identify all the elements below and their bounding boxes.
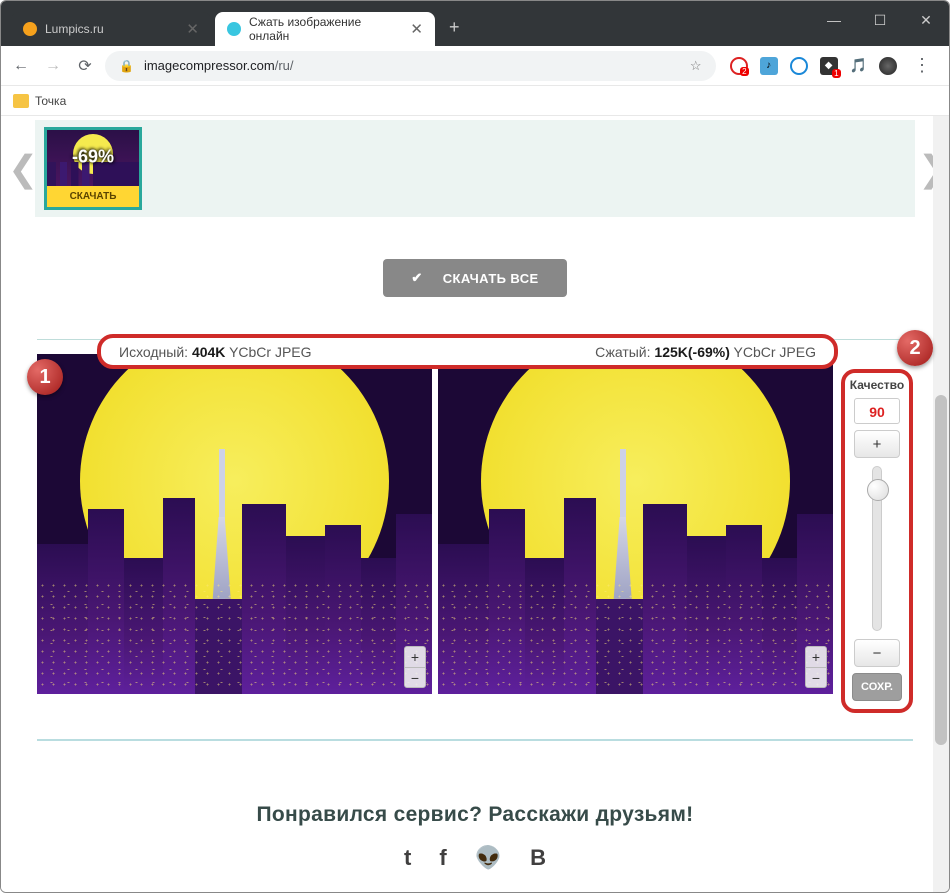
favicon-compressor — [227, 22, 241, 36]
extension-icon[interactable]: 2 — [730, 57, 748, 75]
quality-panel: Качество 90 + − СОХР. — [841, 369, 913, 713]
image-thumbnail-card[interactable]: -69% СКАЧАТЬ — [44, 127, 142, 210]
strip-prev-button[interactable]: ❮ — [8, 148, 32, 190]
quality-slider[interactable] — [872, 466, 882, 631]
compare-section: 1 2 Исходный: 404K YCbCr JPEG Сжатый: 12… — [37, 354, 913, 713]
nav-forward-button[interactable]: → — [41, 57, 65, 75]
quality-save-button[interactable]: СОХР. — [852, 673, 902, 701]
extension-icon[interactable]: ◆ 1 — [820, 57, 838, 75]
thumbnail-download-button[interactable]: СКАЧАТЬ — [47, 186, 139, 207]
compressed-label: Сжатый: — [595, 344, 650, 360]
new-tab-button[interactable]: + — [439, 11, 470, 46]
zoom-controls-compressed: + − — [805, 646, 827, 688]
original-image-preview[interactable]: + − — [37, 354, 432, 694]
media-icon[interactable]: 🎵 — [850, 57, 867, 74]
social-share-row: t f 👽 B — [1, 845, 949, 871]
close-tab-icon[interactable]: ✕ — [402, 20, 423, 38]
original-size: 404K — [192, 344, 225, 360]
callout-badge-1: 1 — [27, 359, 63, 395]
download-all-label: СКАЧАТЬ ВСЕ — [443, 271, 539, 286]
zoom-in-button[interactable]: + — [806, 647, 826, 667]
callout-badge-2: 2 — [897, 330, 933, 366]
lock-icon: 🔒 — [119, 59, 134, 73]
vk-icon[interactable]: B — [530, 845, 546, 871]
quality-increase-button[interactable]: + — [854, 430, 900, 458]
reddit-icon[interactable]: 👽 — [475, 845, 502, 871]
quality-label: Качество — [850, 378, 904, 392]
compression-percent-badge: -69% — [72, 146, 114, 167]
extension-icon[interactable]: ♪ — [760, 57, 778, 75]
check-icon: ✔ — [411, 270, 422, 286]
tab-active-compressor[interactable]: Сжать изображение онлайн ✕ — [215, 12, 435, 46]
compressed-size: 125K(-69%) — [654, 344, 729, 360]
close-tab-icon[interactable]: ✕ — [178, 20, 199, 38]
nav-back-button[interactable]: ← — [9, 57, 33, 75]
feedback-heading: Понравился сервис? Расскажи друзьям! — [1, 803, 949, 827]
quality-decrease-button[interactable]: − — [854, 639, 900, 667]
tab-title: Сжать изображение онлайн — [249, 15, 402, 43]
bookmark-folder[interactable]: Точка — [35, 94, 66, 108]
tumblr-icon[interactable]: t — [404, 845, 411, 871]
original-format: YCbCr JPEG — [229, 344, 311, 360]
extension-badge: 2 — [740, 67, 748, 76]
extension-icon[interactable] — [790, 57, 808, 75]
quality-value-input[interactable]: 90 — [854, 398, 900, 424]
bookmark-star-icon[interactable]: ☆ — [690, 58, 702, 74]
thumbnail-preview: -69% — [47, 130, 139, 186]
scrollbar-thumb[interactable] — [935, 395, 947, 744]
download-all-button[interactable]: ✔ СКАЧАТЬ ВСЕ — [383, 259, 566, 297]
window-minimize-button[interactable]: — — [811, 1, 857, 39]
zoom-in-button[interactable]: + — [405, 647, 425, 667]
original-label: Исходный: — [119, 344, 188, 360]
address-bar[interactable]: 🔒 imagecompressor.com/ru/ ☆ — [105, 51, 716, 81]
scrollbar[interactable] — [933, 116, 949, 892]
bookmarks-bar: Точка — [1, 86, 949, 116]
quality-slider-thumb[interactable] — [867, 479, 889, 501]
profile-avatar[interactable] — [879, 57, 897, 75]
page-content: ❮ ❯ -69% СКАЧАТЬ ✔ СКАЧАТЬ ВСЕ 1 2 — [1, 116, 949, 892]
url-host: imagecompressor.com — [144, 58, 275, 73]
folder-icon — [13, 94, 29, 108]
browser-menu-button[interactable]: ⋮ — [909, 55, 935, 76]
nav-reload-button[interactable]: ⟳ — [73, 56, 97, 76]
facebook-icon[interactable]: f — [439, 845, 446, 871]
browser-tab-bar: Lumpics.ru ✕ Сжать изображение онлайн ✕ … — [1, 1, 949, 46]
url-path: /ru/ — [275, 58, 294, 73]
extensions-area: 2 ♪ ◆ 1 🎵 ⋮ — [724, 55, 941, 76]
tab-title: Lumpics.ru — [45, 22, 104, 36]
browser-toolbar: ← → ⟳ 🔒 imagecompressor.com/ru/ ☆ 2 ♪ ◆ … — [1, 46, 949, 86]
favicon-lumpics — [23, 22, 37, 36]
thumbnail-strip: ❮ ❯ -69% СКАЧАТЬ — [35, 120, 915, 217]
tab-inactive-lumpics[interactable]: Lumpics.ru ✕ — [11, 12, 211, 46]
zoom-out-button[interactable]: − — [806, 667, 826, 687]
window-maximize-button[interactable]: ☐ — [857, 1, 903, 39]
compressed-format: YCbCr JPEG — [734, 344, 816, 360]
divider — [37, 739, 913, 741]
compression-info-bar: Исходный: 404K YCbCr JPEG Сжатый: 125K(-… — [97, 334, 838, 369]
extension-badge: 1 — [832, 69, 840, 78]
window-close-button[interactable]: ✕ — [903, 1, 949, 39]
compressed-image-preview[interactable]: + − — [438, 354, 833, 694]
zoom-out-button[interactable]: − — [405, 667, 425, 687]
zoom-controls-original: + − — [404, 646, 426, 688]
